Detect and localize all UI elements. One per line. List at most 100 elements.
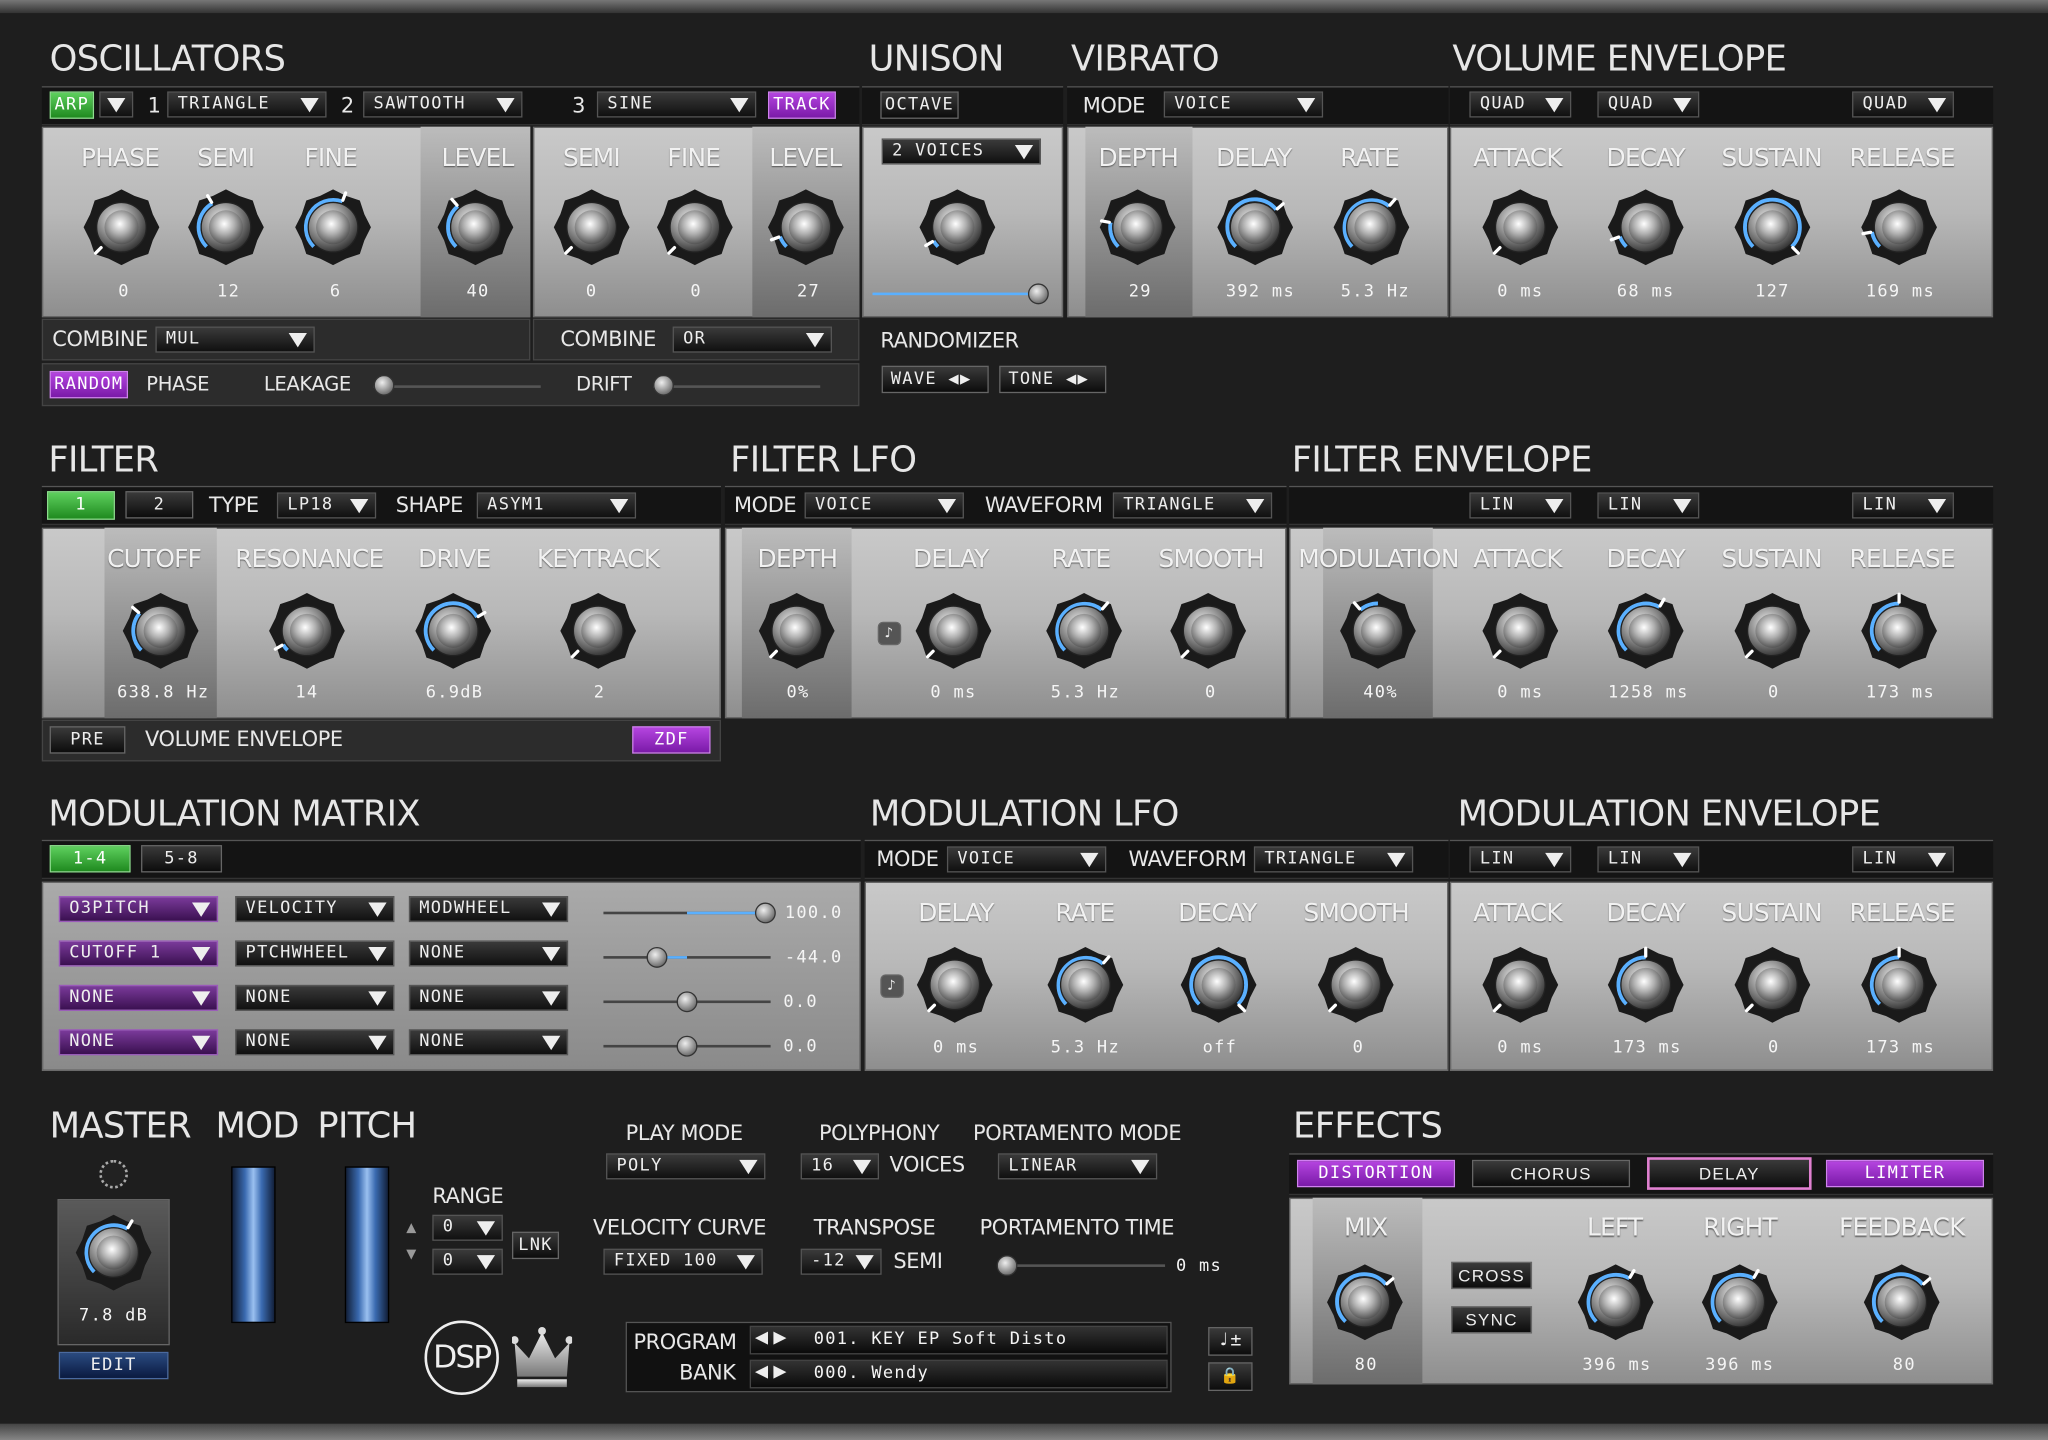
matrix-row3-source[interactable]: NONE (235, 984, 395, 1011)
matrix-row4-dest[interactable]: NONE (58, 1029, 219, 1056)
edit-button[interactable]: EDIT (58, 1351, 169, 1380)
portamento-mode-dropdown[interactable]: LINEAR (997, 1153, 1158, 1180)
filter-attack-curve-dropdown[interactable]: LIN (1469, 492, 1572, 519)
tuning-icon[interactable]: ♩± (1208, 1327, 1253, 1356)
vibrato-mode-dropdown[interactable]: VOICE (1163, 91, 1324, 118)
semi2-knob[interactable] (551, 187, 632, 268)
fx-tab-distortion[interactable]: DISTORTION (1296, 1159, 1456, 1188)
leakage-slider-track[interactable] (373, 385, 541, 388)
vol-release-knob[interactable] (1859, 187, 1940, 268)
filter-lfo-delay-knob[interactable] (913, 590, 994, 671)
filter-lfo-mode-dropdown[interactable]: VOICE (804, 492, 964, 519)
mod-lfo-mode-dropdown[interactable]: VOICE (946, 846, 1107, 873)
matrix-row1-dest[interactable]: O3PITCH (58, 895, 219, 923)
osc3-wave-dropdown[interactable]: SINE (596, 91, 757, 118)
leakage-slider-thumb[interactable] (373, 374, 395, 396)
vol-attack-curve-dropdown[interactable]: QUAD (1469, 91, 1572, 118)
matrix-row3-dest[interactable]: NONE (58, 984, 219, 1011)
mod-wheel[interactable] (231, 1166, 276, 1324)
matrix-row4-via[interactable]: NONE (408, 1029, 569, 1056)
matrix-row2-via[interactable]: NONE (408, 940, 569, 967)
bank-selector[interactable] (749, 1359, 1168, 1389)
arp-button[interactable]: ARP (49, 91, 95, 119)
resonance-knob[interactable] (266, 590, 347, 671)
unison-slider-track[interactable] (872, 292, 1040, 296)
mod-attack-curve-dropdown[interactable]: LIN (1469, 846, 1572, 873)
osc2-wave-dropdown[interactable]: SAWTOOTH (363, 91, 523, 118)
fx-tab-chorus[interactable]: CHORUS (1471, 1159, 1631, 1188)
mod-release-knob[interactable] (1859, 944, 1940, 1025)
matrix-row2-thumb[interactable] (646, 946, 668, 968)
transpose-dropdown[interactable]: -12 (800, 1248, 882, 1275)
filter-attack-knob[interactable] (1480, 590, 1561, 671)
filter-lfo-sync-icon[interactable]: ♪ (877, 621, 902, 646)
filter-lfo-waveform-dropdown[interactable]: TRIANGLE (1112, 492, 1273, 519)
tone-randomizer-button[interactable]: TONE ◀▶ (999, 365, 1107, 394)
filter-release-knob[interactable] (1859, 590, 1940, 671)
portamento-time-slider[interactable] (997, 1264, 1166, 1267)
fine2-knob[interactable] (654, 187, 735, 268)
mod-decay-knob[interactable] (1605, 944, 1686, 1025)
keytrack-knob[interactable] (558, 590, 639, 671)
mod-lfo-smooth-knob[interactable] (1315, 944, 1396, 1025)
mod-lfo-rate-knob[interactable] (1045, 944, 1126, 1025)
matrix-row1-thumb[interactable] (754, 902, 776, 924)
vol-release-curve-dropdown[interactable]: QUAD (1852, 91, 1954, 118)
track-button[interactable]: TRACK (767, 91, 836, 119)
fx-right-knob[interactable] (1699, 1262, 1780, 1343)
vol-attack-knob[interactable] (1480, 187, 1561, 268)
matrix-row2-source[interactable]: PTCHWHEEL (235, 940, 395, 967)
filter-release-curve-dropdown[interactable]: LIN (1852, 492, 1954, 519)
arp-dropdown[interactable] (99, 91, 134, 118)
cutoff-knob[interactable] (120, 590, 201, 671)
link-button[interactable]: LNK (511, 1231, 560, 1260)
mod-decay-curve-dropdown[interactable]: LIN (1597, 846, 1700, 873)
matrix-row3-thumb[interactable] (676, 991, 698, 1013)
vol-decay-knob[interactable] (1605, 187, 1686, 268)
range-updown-icon[interactable]: ▲ ▼ (406, 1222, 416, 1262)
mod-lfo-sync-icon[interactable]: ♪ (880, 974, 904, 998)
osc1-wave-dropdown[interactable]: TRIANGLE (167, 91, 327, 118)
mod-attack-knob[interactable] (1480, 944, 1561, 1025)
drive-knob[interactable] (413, 590, 494, 671)
wave-randomizer-button[interactable]: WAVE ◀▶ (881, 365, 989, 394)
filter-decay-curve-dropdown[interactable]: LIN (1597, 492, 1700, 519)
mod-release-curve-dropdown[interactable]: LIN (1852, 846, 1954, 873)
lock-icon[interactable]: 🔒 (1208, 1362, 1253, 1392)
mod-lfo-waveform-dropdown[interactable]: TRIANGLE (1253, 846, 1414, 873)
matrix-tab-1-4[interactable]: 1-4 (49, 845, 131, 873)
matrix-row4-thumb[interactable] (676, 1035, 698, 1057)
portamento-time-thumb[interactable] (996, 1255, 1018, 1277)
master-volume-knob[interactable] (73, 1212, 154, 1293)
matrix-row1-via[interactable]: MODWHEEL (408, 895, 569, 923)
matrix-tab-5-8[interactable]: 5-8 (141, 845, 223, 873)
combine1-dropdown[interactable]: MUL (155, 326, 315, 353)
filter-2-button[interactable]: 2 (125, 491, 194, 519)
cross-button[interactable]: CROSS (1451, 1261, 1533, 1290)
zdf-button[interactable]: ZDF (632, 726, 711, 754)
fx-feedback-knob[interactable] (1861, 1262, 1942, 1343)
matrix-row1-source[interactable]: VELOCITY (235, 895, 395, 923)
vibrato-depth-knob[interactable] (1097, 187, 1178, 268)
play-mode-dropdown[interactable]: POLY (606, 1153, 766, 1180)
vibrato-delay-knob[interactable] (1215, 187, 1296, 268)
filter-shape-dropdown[interactable]: ASYM1 (476, 492, 637, 519)
level2-knob[interactable] (765, 187, 846, 268)
combine2-dropdown[interactable]: OR (672, 326, 832, 353)
program-prev-next-arrows[interactable]: ◀ ▶ (755, 1328, 787, 1348)
pre-button[interactable]: PRE (49, 726, 126, 754)
sync-button[interactable]: SYNC (1451, 1306, 1533, 1334)
matrix-row4-source[interactable]: NONE (235, 1029, 395, 1056)
fx-mix-knob[interactable] (1324, 1262, 1405, 1343)
polyphony-dropdown[interactable]: 16 (800, 1153, 880, 1180)
filter-sustain-knob[interactable] (1732, 590, 1813, 671)
mod-lfo-decay-knob[interactable] (1178, 944, 1259, 1025)
unison-slider-thumb[interactable] (1027, 283, 1049, 305)
random-button[interactable]: RANDOM (49, 370, 128, 399)
semi-knob[interactable] (185, 187, 266, 268)
pitch-wheel[interactable] (344, 1166, 390, 1324)
matrix-row2-dest[interactable]: CUTOFF 1 (58, 940, 219, 967)
unison-knob[interactable] (917, 187, 998, 268)
mod-lfo-delay-knob[interactable] (914, 944, 995, 1025)
fx-tab-delay[interactable]: DELAY (1647, 1157, 1812, 1190)
